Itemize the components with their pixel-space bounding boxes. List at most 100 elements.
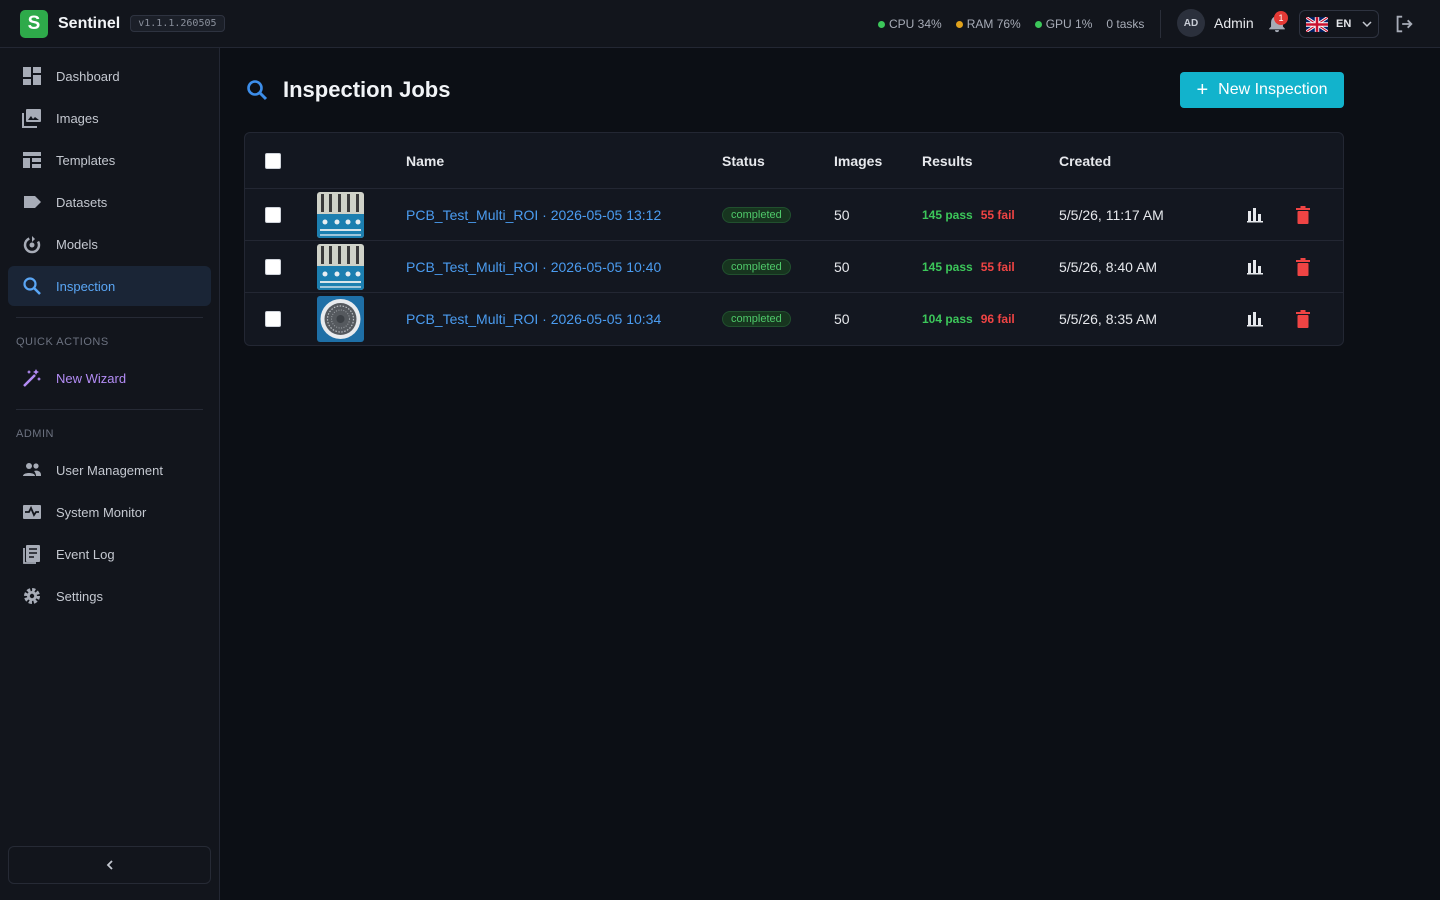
round-part-thumbnail[interactable] — [317, 296, 364, 342]
users-icon — [21, 459, 43, 481]
column-header-images[interactable]: Images — [834, 153, 882, 169]
results-cell: 145 pass 55 fail — [922, 189, 1015, 241]
results-cell: 104 pass 96 fail — [922, 293, 1015, 345]
sidebar-item-label: System Monitor — [56, 504, 147, 520]
ram-stat-label: RAM 76% — [966, 17, 1021, 31]
row-checkbox[interactable] — [265, 207, 281, 223]
new-inspection-button[interactable]: + New Inspection — [1180, 72, 1344, 108]
user-menu[interactable]: AD Admin — [1177, 9, 1254, 37]
sidebar-divider — [16, 409, 203, 410]
gear-icon — [21, 585, 43, 607]
column-header-status[interactable]: Status — [722, 153, 765, 169]
sidebar-item-templates[interactable]: Templates — [8, 140, 211, 180]
sidebar-item-label: User Management — [56, 462, 163, 478]
column-header-created[interactable]: Created — [1059, 153, 1111, 169]
brand[interactable]: S Sentinel v1.1.1.260505 — [20, 9, 225, 38]
sidebar-item-user-management[interactable]: User Management — [8, 450, 211, 490]
table-row[interactable]: PCB_Test_Multi_ROI · 2026-05-05 13:12 co… — [245, 189, 1343, 241]
page-title: Inspection Jobs — [283, 77, 451, 102]
sidebar-item-label: Models — [56, 236, 98, 252]
system-stats: CPU 34% RAM 76% GPU 1% 0 tasks — [878, 0, 1158, 48]
sidebar-item-new-wizard[interactable]: New Wizard — [8, 358, 211, 398]
job-name-link[interactable]: PCB_Test_Multi_ROI · 2026-05-05 10:40 — [406, 241, 661, 293]
job-name-link[interactable]: PCB_Test_Multi_ROI · 2026-05-05 10:34 — [406, 293, 661, 345]
column-header-name[interactable]: Name — [406, 153, 444, 169]
tasks-stat: 0 tasks — [1106, 17, 1144, 31]
status-dot — [955, 20, 963, 28]
sidebar-item-settings[interactable]: Settings — [8, 576, 211, 616]
log-icon — [21, 543, 43, 565]
status-cell: completed — [722, 241, 791, 293]
table-header: Name Status Images Results Created — [245, 133, 1343, 189]
gpu-stat: GPU 1% — [1034, 17, 1092, 31]
version-badge: v1.1.1.260505 — [130, 15, 225, 32]
user-name: Admin — [1214, 15, 1254, 31]
job-name[interactable]: PCB_Test_Multi_ROI · 2026-05-05 10:40 — [406, 259, 661, 275]
fail-count: 96 fail — [980, 312, 1015, 326]
page-header: Inspection Jobs — [245, 72, 450, 108]
language-code: EN — [1336, 18, 1352, 30]
select-all-checkbox[interactable] — [265, 153, 281, 169]
created-date: 5/5/26, 11:17 AM — [1059, 207, 1164, 223]
datasets-icon — [21, 191, 43, 213]
bar-chart-icon[interactable] — [1244, 308, 1266, 330]
cpu-stat-label: CPU 34% — [889, 17, 942, 31]
pass-count: 145 pass — [922, 208, 973, 222]
trash-icon[interactable] — [1292, 308, 1314, 330]
collapse-sidebar-button[interactable] — [8, 846, 211, 884]
images-count: 50 — [834, 259, 850, 275]
pcb-thumbnail[interactable] — [317, 244, 364, 290]
fail-count: 55 fail — [980, 260, 1015, 274]
search-icon — [247, 80, 268, 101]
sidebar-item-images[interactable]: Images — [8, 98, 211, 138]
sidebar: Dashboard Images Templates Datasets Mode… — [0, 48, 220, 900]
tasks-stat-label: 0 tasks — [1106, 17, 1145, 31]
models-icon — [21, 233, 43, 255]
sidebar-item-models[interactable]: Models — [8, 224, 211, 264]
sidebar-item-label: Images — [56, 110, 99, 126]
sidebar-item-event-log[interactable]: Event Log — [8, 534, 211, 574]
templates-icon — [21, 149, 43, 171]
table-row[interactable]: PCB_Test_Multi_ROI · 2026-05-05 10:40 co… — [245, 241, 1343, 293]
sidebar-item-datasets[interactable]: Datasets — [8, 182, 211, 222]
header-divider — [1160, 10, 1161, 38]
status-badge: completed — [722, 311, 791, 327]
created-date: 5/5/26, 8:40 AM — [1059, 259, 1158, 275]
sidebar-item-system-monitor[interactable]: System Monitor — [8, 492, 211, 532]
sidebar-item-inspection[interactable]: Inspection — [8, 266, 211, 306]
sidebar-divider — [16, 317, 203, 318]
chevron-left-icon — [106, 860, 113, 870]
fail-count: 55 fail — [980, 208, 1015, 222]
job-name[interactable]: PCB_Test_Multi_ROI · 2026-05-05 13:12 — [406, 207, 661, 223]
status-cell: completed — [722, 189, 791, 241]
admin-heading: ADMIN — [16, 428, 54, 440]
row-checkbox[interactable] — [265, 259, 281, 275]
status-dot — [878, 20, 885, 28]
trash-icon[interactable] — [1292, 204, 1314, 226]
notification-badge: 1 — [1274, 11, 1288, 25]
job-name-link[interactable]: PCB_Test_Multi_ROI · 2026-05-05 13:12 — [406, 189, 661, 241]
avatar: AD — [1177, 9, 1205, 37]
search-icon — [21, 275, 43, 297]
bar-chart-icon[interactable] — [1244, 204, 1266, 226]
magic-wand-icon — [21, 367, 43, 389]
bar-chart-icon[interactable] — [1244, 256, 1266, 278]
sidebar-item-dashboard[interactable]: Dashboard — [8, 56, 211, 96]
new-inspection-label: New Inspection — [1218, 81, 1328, 98]
sidebar-item-label: New Wizard — [56, 370, 127, 386]
app-logo: S — [20, 9, 48, 38]
trash-icon[interactable] — [1292, 256, 1314, 278]
job-name[interactable]: PCB_Test_Multi_ROI · 2026-05-05 10:34 — [406, 311, 661, 327]
pcb-thumbnail[interactable] — [317, 192, 364, 238]
row-checkbox[interactable] — [265, 311, 281, 327]
status-badge: completed — [722, 207, 791, 223]
table-row[interactable]: PCB_Test_Multi_ROI · 2026-05-05 10:34 co… — [245, 293, 1343, 345]
images-count: 50 — [834, 311, 850, 327]
ram-stat: RAM 76% — [955, 17, 1021, 31]
column-header-results[interactable]: Results — [922, 153, 973, 169]
language-selector[interactable]: EN — [1299, 10, 1379, 38]
app-name: Sentinel — [58, 14, 121, 32]
logout-icon[interactable] — [1393, 13, 1415, 35]
status-dot — [1034, 20, 1042, 28]
uk-flag-icon — [1306, 16, 1328, 32]
